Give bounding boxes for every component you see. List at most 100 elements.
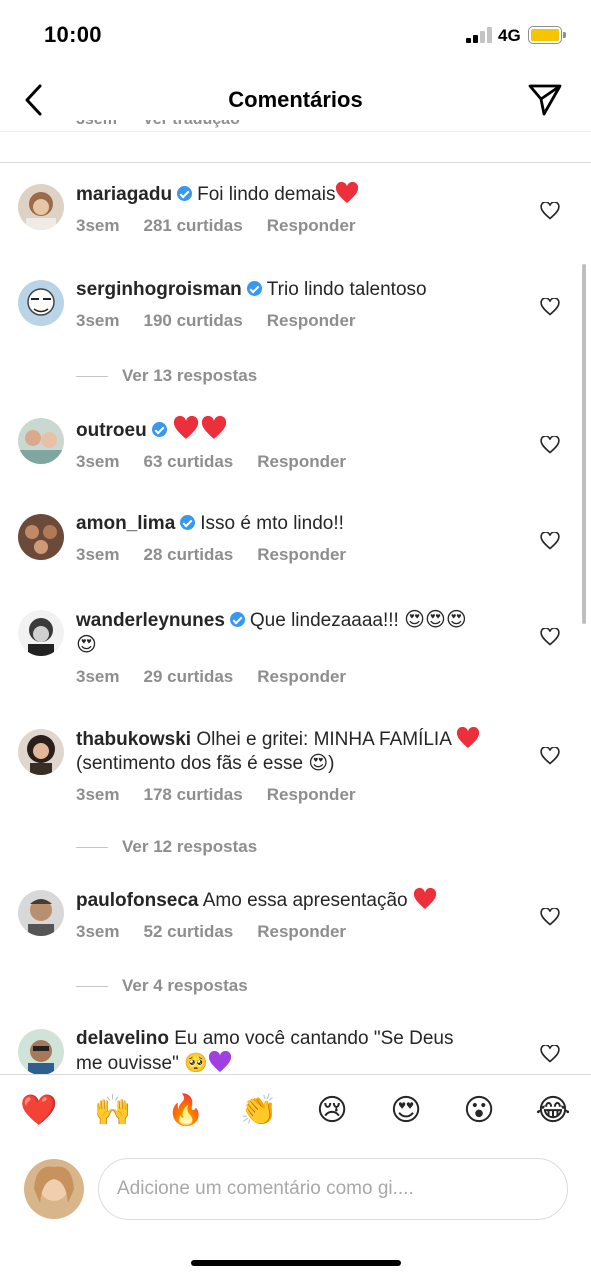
comment-likes[interactable]: 178 curtidas [143,785,242,804]
battery-icon [528,26,566,44]
comment-username[interactable]: paulofonseca [76,890,198,911]
heart-outline-icon[interactable] [540,202,560,220]
comment-body: wanderleynunes Que lindezaaaa!!! 😍😍😍 😍 3s… [76,608,516,687]
reaction-crying-icon[interactable]: 😢 [314,1093,350,1129]
comment-text: Eu amo você cantando "Se Deus [174,1028,454,1049]
reply-button[interactable]: Responder [257,667,346,686]
comment-username[interactable]: mariagadu [76,184,172,205]
current-user-avatar [24,1159,84,1219]
heart-outline-icon[interactable] [540,747,560,765]
reaction-heart-icon[interactable]: ❤️ [20,1093,57,1129]
comment-time: 3sem [76,785,120,804]
see-translation-link[interactable]: Ver tradução [143,120,240,128]
avatar[interactable] [18,514,64,560]
reaction-clapping-icon[interactable]: 👏 [240,1093,277,1129]
purple-heart-emoji-icon [208,1051,231,1072]
comment-body: paulofonseca Amo essa apresentação 3sem 5… [76,888,516,942]
comment-text-line2: me ouvisse" [76,1053,179,1074]
comment-composer [0,1152,591,1224]
reply-button[interactable]: Responder [257,545,346,564]
view-replies-label: Ver 13 respostas [122,366,258,385]
comment-likes[interactable]: 281 curtidas [143,216,242,235]
heart-outline-icon[interactable] [540,908,560,926]
comment-likes[interactable]: 63 curtidas [143,452,233,471]
status-time: 10:00 [44,22,102,47]
network-label: 4G [498,26,521,45]
avatar[interactable] [18,610,64,656]
view-replies-button[interactable]: Ver 13 respostas [76,366,257,386]
partial-comment-meta: 3sem Ver tradução [76,120,376,132]
red-heart-emoji-icon [413,888,436,909]
comment-username[interactable]: amon_lima [76,513,175,534]
comment-likes[interactable]: 28 curtidas [143,545,233,564]
emoji-reaction-bar: ❤️ 🙌 🔥 👏 😢 😍 😮 😂 [0,1074,591,1152]
comment-text: Trio lindo talentoso [266,279,427,300]
comment-text: Amo essa apresentação [202,890,408,911]
reaction-heart-eyes-icon[interactable]: 😍 [388,1093,424,1129]
view-replies-button[interactable]: Ver 4 respostas [76,976,248,996]
avatar[interactable] [18,729,64,775]
comment-input[interactable] [117,1159,547,1219]
comment-body: mariagadu Foi lindo demais 3sem 281 curtid… [76,182,516,236]
heart-outline-icon[interactable] [540,436,560,454]
comment-username[interactable]: outroeu [76,420,147,441]
comment-time: 3sem [76,452,120,471]
heart-eyes-emoji-icon: 😍 [308,753,329,774]
view-replies-button[interactable]: Ver 12 respostas [76,837,257,857]
heart-eyes-emoji-icon: 😍 [404,609,425,631]
reply-button[interactable]: Responder [257,452,346,471]
reply-button[interactable]: Responder [257,922,346,941]
heart-outline-icon[interactable] [540,628,560,646]
comment-username[interactable]: thabukowski [76,729,191,750]
verified-badge-icon [229,612,245,627]
comment-text: Foi lindo demais [197,184,336,205]
red-heart-emoji-icon [173,416,198,439]
pleading-face-emoji-icon: 🥺 [184,1053,208,1074]
comment-likes[interactable]: 190 curtidas [143,311,242,330]
comment-body: thabukowski Olhei e gritei: MINHA FAMÍLI… [76,727,516,805]
reaction-raised-hands-icon[interactable]: 🙌 [94,1093,131,1129]
red-heart-emoji-icon [336,182,359,203]
comment-body: delavelino Eu amo você cantando "Se Deus… [76,1027,516,1076]
avatar[interactable] [18,890,64,936]
avatar[interactable] [18,1029,64,1075]
comment-text-line2: (sentimento dos fãs é esse [76,753,304,774]
reply-button[interactable]: Responder [267,785,356,804]
avatar[interactable] [18,184,64,230]
red-heart-emoji-icon [457,727,480,748]
home-indicator [191,1260,401,1266]
comment-username[interactable]: wanderleynunes [76,610,225,631]
heart-outline-icon[interactable] [540,532,560,550]
heart-outline-icon[interactable] [540,1045,560,1063]
comment-likes[interactable]: 52 curtidas [143,922,233,941]
comment-time: 3sem [76,311,120,330]
comment-input-wrapper [98,1158,568,1220]
comment-likes[interactable]: 29 curtidas [143,667,233,686]
status-bar: 10:00 4G [0,0,591,70]
share-button[interactable] [526,82,564,118]
comment-body: outroeu 3sem 63 curtidas Responder [76,416,516,472]
scrollbar[interactable] [582,264,586,624]
comment-time: 3sem [76,667,120,686]
divider [0,162,591,163]
comment-text: Que lindezaaaa!!! [249,610,399,631]
reply-button[interactable]: Responder [267,311,356,330]
signal-icon [466,27,492,43]
heart-outline-icon[interactable] [540,298,560,316]
comment-username[interactable]: delavelino [76,1028,169,1049]
verified-badge-icon [151,422,167,437]
paper-plane-icon [528,84,562,116]
view-replies-label: Ver 4 respostas [122,976,248,995]
page-title: Comentários [228,87,363,112]
reaction-surprised-icon[interactable]: 😮 [461,1093,497,1129]
verified-badge-icon [246,281,262,296]
comment-body: amon_lima Isso é mto lindo!! 3sem 28 curti… [76,512,516,565]
comment-username[interactable]: serginhogroisman [76,279,242,300]
reaction-laughing-icon[interactable]: 😂 [535,1093,571,1129]
reaction-fire-icon[interactable]: 🔥 [167,1093,204,1129]
partial-time: 3sem [76,120,117,128]
avatar[interactable] [18,280,64,326]
reply-button[interactable]: Responder [267,216,356,235]
avatar[interactable] [18,418,64,464]
comment-time: 3sem [76,922,120,941]
